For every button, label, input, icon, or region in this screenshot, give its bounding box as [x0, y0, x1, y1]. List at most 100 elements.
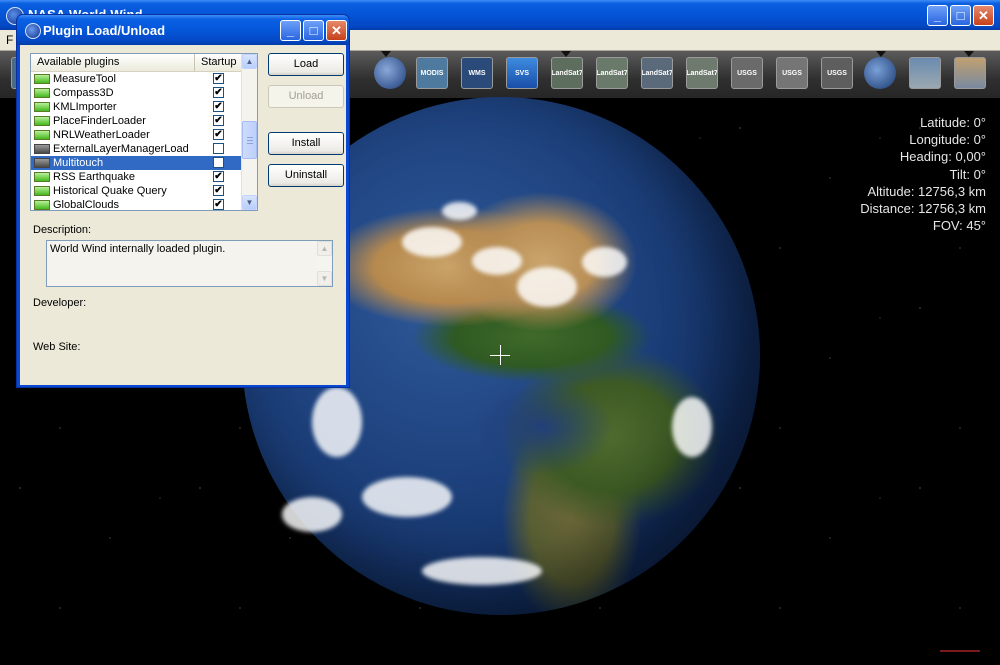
description-field[interactable]: World Wind internally loaded plugin. ▲ ▼: [46, 240, 333, 287]
tb-landsat7-visible-button[interactable]: LandSat7: [551, 57, 583, 89]
dropdown-arrow-icon[interactable]: [964, 51, 974, 57]
startup-checkbox[interactable]: ✔: [213, 185, 224, 196]
plugin-loaded-icon: [34, 130, 50, 140]
list-header: Available plugins Startup: [31, 54, 243, 72]
plugin-row[interactable]: KMLImporter ✔: [31, 100, 243, 114]
plugin-row[interactable]: GlobalClouds ✔: [31, 198, 243, 210]
tb-landsat7-pseudo-button[interactable]: LandSat7: [596, 57, 628, 89]
list-scrollbar[interactable]: ▲ ▼: [241, 54, 257, 210]
maximize-button[interactable]: □: [950, 5, 971, 26]
plugin-row[interactable]: Historical Quake Query ✔: [31, 184, 243, 198]
chevron-up-icon: ▲: [245, 57, 254, 66]
dropdown-arrow-icon[interactable]: [561, 51, 571, 57]
plugin-unloaded-icon: [34, 158, 50, 168]
column-header-available[interactable]: Available plugins: [31, 54, 195, 71]
startup-checkbox[interactable]: ✔: [213, 73, 224, 84]
plugin-row[interactable]: Multitouch: [31, 156, 243, 170]
tb-blue-marble-button[interactable]: [374, 57, 406, 89]
tb-landsat7-pseudo3-button[interactable]: LandSat7: [686, 57, 718, 89]
scroll-up-button[interactable]: ▲: [242, 54, 257, 69]
close-button[interactable]: ✕: [973, 5, 994, 26]
install-button[interactable]: Install: [268, 132, 344, 155]
dialog-title: Plugin Load/Unload: [43, 23, 166, 38]
scroll-thumb[interactable]: [242, 121, 257, 159]
plugin-name: ExternalLayerManagerLoad: [53, 143, 189, 155]
plugin-name: Compass3D: [53, 87, 114, 99]
dropdown-arrow-icon[interactable]: [876, 51, 886, 57]
plugin-row[interactable]: Compass3D ✔: [31, 86, 243, 100]
tb-svs-button[interactable]: SVS: [506, 57, 538, 89]
tb-usgs-urban-button[interactable]: USGS: [731, 57, 763, 89]
startup-checkbox[interactable]: ✔: [213, 171, 224, 182]
minimize-icon: _: [933, 8, 942, 23]
plugin-rows: MeasureTool ✔ Compass3D ✔ KMLImporter ✔ PlaceF…: [31, 72, 243, 210]
nasa-logo-icon: [25, 23, 41, 39]
minimize-icon: _: [286, 23, 295, 38]
scroll-up-button[interactable]: ▲: [317, 241, 332, 256]
startup-checkbox[interactable]: ✔: [213, 199, 224, 210]
longitude-readout: Longitude: 0°: [909, 132, 986, 148]
plugin-row[interactable]: NRLWeatherLoader ✔: [31, 128, 243, 142]
cloud: [422, 557, 542, 585]
cloud: [582, 247, 627, 277]
plugin-row[interactable]: PlaceFinderLoader ✔: [31, 114, 243, 128]
plugin-loaded-icon: [34, 172, 50, 182]
dialog-minimize-button[interactable]: _: [280, 20, 301, 41]
startup-checkbox[interactable]: [213, 157, 224, 168]
plugin-name: KMLImporter: [53, 101, 117, 113]
cloud: [472, 247, 522, 275]
maximize-icon: □: [956, 8, 965, 23]
startup-checkbox[interactable]: [213, 143, 224, 154]
tb-globe-button[interactable]: [864, 57, 896, 89]
crosshair: [500, 345, 501, 365]
dialog-maximize-button[interactable]: □: [303, 20, 324, 41]
heading-readout: Heading: 0,00°: [899, 149, 986, 165]
uninstall-button[interactable]: Uninstall: [268, 164, 344, 187]
tb-modis-button[interactable]: MODIS: [416, 57, 448, 89]
dialog-body: Available plugins Startup MeasureTool ✔ Co…: [20, 45, 346, 385]
fov-readout: FOV: 45°: [932, 218, 986, 234]
cloud: [312, 387, 362, 457]
startup-checkbox[interactable]: ✔: [213, 87, 224, 98]
plugin-row[interactable]: MeasureTool ✔: [31, 72, 243, 86]
scroll-down-button[interactable]: ▼: [317, 271, 332, 286]
column-label: Available plugins: [37, 56, 120, 68]
startup-checkbox[interactable]: ✔: [213, 115, 224, 126]
startup-checkbox[interactable]: ✔: [213, 129, 224, 140]
altitude-readout: Altitude: 12756,3 km: [867, 183, 986, 199]
plugin-dialog: Plugin Load/Unload _ □ ✕ Available plugi…: [16, 14, 350, 388]
startup-checkbox[interactable]: ✔: [213, 101, 224, 112]
dialog-close-button[interactable]: ✕: [326, 20, 347, 41]
plugin-row[interactable]: ExternalLayerManagerLoad: [31, 142, 243, 156]
chevron-down-icon: ▼: [245, 198, 254, 207]
maximize-icon: □: [309, 23, 318, 38]
plugin-list[interactable]: Available plugins Startup MeasureTool ✔ Co…: [30, 53, 258, 211]
description-text: World Wind internally loaded plugin.: [50, 243, 226, 255]
plugin-loaded-icon: [34, 200, 50, 210]
load-button[interactable]: Load: [268, 53, 344, 76]
cloud: [362, 477, 452, 517]
status-indicator: [940, 650, 980, 652]
cloud: [672, 397, 712, 457]
dropdown-arrow-icon[interactable]: [381, 51, 391, 57]
column-header-startup[interactable]: Startup: [195, 54, 243, 71]
plugin-row[interactable]: RSS Earthquake ✔: [31, 170, 243, 184]
menu-file[interactable]: F: [6, 33, 13, 47]
unload-button[interactable]: Unload: [268, 85, 344, 108]
scroll-down-button[interactable]: ▼: [242, 195, 257, 210]
minimize-button[interactable]: _: [927, 5, 948, 26]
plugin-loaded-icon: [34, 186, 50, 196]
plugin-loaded-icon: [34, 88, 50, 98]
dialog-titlebar[interactable]: Plugin Load/Unload _ □ ✕: [17, 15, 349, 45]
description-scrollbar[interactable]: ▲ ▼: [317, 241, 332, 286]
plugin-name: PlaceFinderLoader: [53, 115, 146, 127]
tb-usgs-ortho-button[interactable]: USGS: [821, 57, 853, 89]
column-label: Startup: [201, 56, 237, 68]
tb-places-button[interactable]: [954, 57, 986, 89]
plugin-name: Historical Quake Query: [53, 185, 167, 197]
tb-usgs-topo-button[interactable]: USGS: [776, 57, 808, 89]
tb-landsat7-pseudo2-button[interactable]: LandSat7: [641, 57, 673, 89]
tb-map-button[interactable]: [909, 57, 941, 89]
tb-wms-button[interactable]: WMS: [461, 57, 493, 89]
plugin-unloaded-icon: [34, 144, 50, 154]
